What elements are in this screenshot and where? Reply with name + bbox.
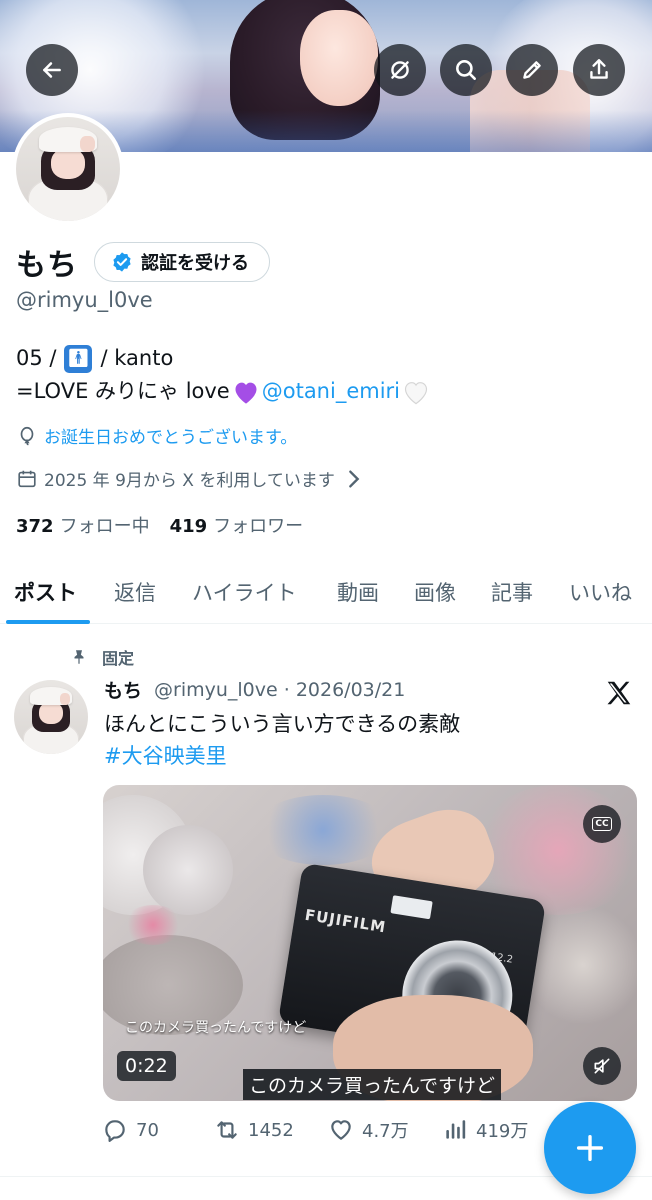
repost-button[interactable]: 1452 — [214, 1112, 294, 1148]
bio-text-1: 05 / — [16, 346, 57, 370]
verified-badge-icon — [113, 252, 131, 272]
views-count: 419万 — [476, 1121, 529, 1142]
post-hashtag[interactable]: #大谷映美里 — [104, 740, 460, 772]
post-author-avatar[interactable] — [14, 680, 88, 754]
person-emoji-icon: 🚹︎ — [64, 344, 93, 373]
tab-likes[interactable]: いいね — [569, 560, 632, 624]
joined-text: 2025 年 9月から X を利用しています — [44, 471, 335, 491]
active-tab-indicator — [6, 620, 90, 624]
profile-avatar[interactable] — [12, 113, 124, 225]
following-count: 372 — [16, 516, 54, 537]
followers-count: 419 — [169, 516, 208, 537]
joined-row[interactable]: 2025 年 9月から X を利用しています — [16, 466, 371, 491]
display-name: もち — [16, 248, 78, 283]
x-logo-icon[interactable] — [604, 678, 634, 708]
reply-icon — [105, 1120, 125, 1142]
repost-icon — [217, 1121, 237, 1139]
search-icon — [456, 60, 476, 80]
muted-speaker-icon — [594, 1058, 610, 1074]
plus-icon — [576, 1134, 604, 1162]
grok-icon — [391, 61, 409, 79]
tab-articles[interactable]: 記事 — [491, 560, 533, 624]
reply-count: 70 — [136, 1119, 159, 1141]
get-verified-button[interactable]: 認証を受ける — [94, 242, 270, 282]
search-button[interactable] — [440, 44, 492, 96]
video-subtitle: このカメラ買ったんですけど — [243, 1069, 502, 1100]
calendar-icon — [18, 470, 36, 487]
reply-button[interactable]: 70 — [102, 1112, 159, 1148]
heart-icon — [331, 1120, 351, 1140]
repost-count: 1452 — [248, 1119, 294, 1141]
views-chart-icon — [446, 1120, 466, 1139]
tab-highlights[interactable]: ハイライト — [192, 560, 297, 624]
camera-brand-text: FUJIFILM — [303, 905, 388, 937]
share-icon — [590, 59, 608, 79]
edit-button[interactable] — [506, 44, 558, 96]
chevron-right-icon — [348, 469, 360, 488]
following-link[interactable]: 372 フォロー中 — [16, 512, 150, 538]
pinned-label: 固定 — [102, 649, 135, 668]
bio-text-3: =LOVE みりにゃ love — [16, 379, 230, 403]
share-button[interactable] — [573, 44, 625, 96]
get-verified-label: 認証を受ける — [141, 253, 249, 274]
tab-images[interactable]: 画像 — [414, 560, 456, 624]
video-duration: 0:22 — [117, 1051, 176, 1081]
birthday-row[interactable]: お誕生日おめでとうございます。 — [16, 423, 297, 448]
name-row: もち 認証を受ける — [16, 240, 270, 284]
profile-handle: @rimyu_l0ve — [16, 288, 153, 312]
profile-bio: 05 / 🚹︎ / kanto =LOVE みりにゃ love @otani_e… — [16, 342, 430, 408]
following-label: フォロー中 — [59, 516, 150, 537]
captions-button[interactable]: CC — [583, 805, 621, 843]
video-caption-small: このカメラ買ったんですけど — [125, 1020, 307, 1036]
back-button[interactable] — [26, 44, 78, 96]
post-author-handle-date[interactable]: @rimyu_l0ve · 2026/03/21 — [154, 679, 405, 701]
compose-post-button[interactable] — [544, 1102, 636, 1194]
follow-stats: 372 フォロー中 419 フォロワー — [16, 512, 323, 538]
like-count: 4.7万 — [362, 1121, 409, 1142]
post-text: ほんとにこういう言い方できるの素敵 — [104, 712, 461, 736]
bio-mention-link[interactable]: @otani_emiri — [262, 375, 400, 408]
cc-icon: CC — [592, 817, 612, 831]
followers-link[interactable]: 419 フォロワー — [170, 512, 304, 538]
tab-posts[interactable]: ポスト — [14, 560, 77, 624]
followers-label: フォロワー — [213, 516, 304, 537]
grok-button[interactable] — [374, 44, 426, 96]
birthday-text: お誕生日おめでとうございます。 — [44, 428, 298, 448]
balloon-icon — [20, 426, 34, 445]
like-button[interactable]: 4.7万 — [328, 1112, 409, 1148]
post-video[interactable]: FUJIFILM 12.2 CC このカメラ買ったんですけど 0:22 このカメ… — [103, 785, 637, 1101]
post-header: もち @rimyu_l0ve · 2026/03/21 — [104, 676, 405, 703]
views-button[interactable]: 419万 — [442, 1112, 528, 1148]
edit-icon — [523, 61, 541, 79]
tab-replies[interactable]: 返信 — [114, 560, 156, 624]
purple-heart-icon — [235, 382, 257, 404]
post-author-name[interactable]: もち — [104, 676, 142, 703]
back-arrow-icon — [43, 62, 61, 78]
mute-button[interactable] — [583, 1047, 621, 1085]
post-body: ほんとにこういう言い方できるの素敵 #大谷映美里 — [104, 708, 460, 772]
white-heart-icon — [404, 381, 428, 404]
bio-text-2: / kanto — [100, 346, 174, 370]
pin-icon — [74, 650, 84, 664]
profile-tabs: ポスト 返信 ハイライト 動画 画像 記事 いいね — [0, 560, 652, 624]
post-actions: 70 1452 4.7万 419万 — [102, 1112, 542, 1148]
pinned-indicator: 固定 — [70, 645, 134, 669]
tab-videos[interactable]: 動画 — [337, 560, 379, 624]
